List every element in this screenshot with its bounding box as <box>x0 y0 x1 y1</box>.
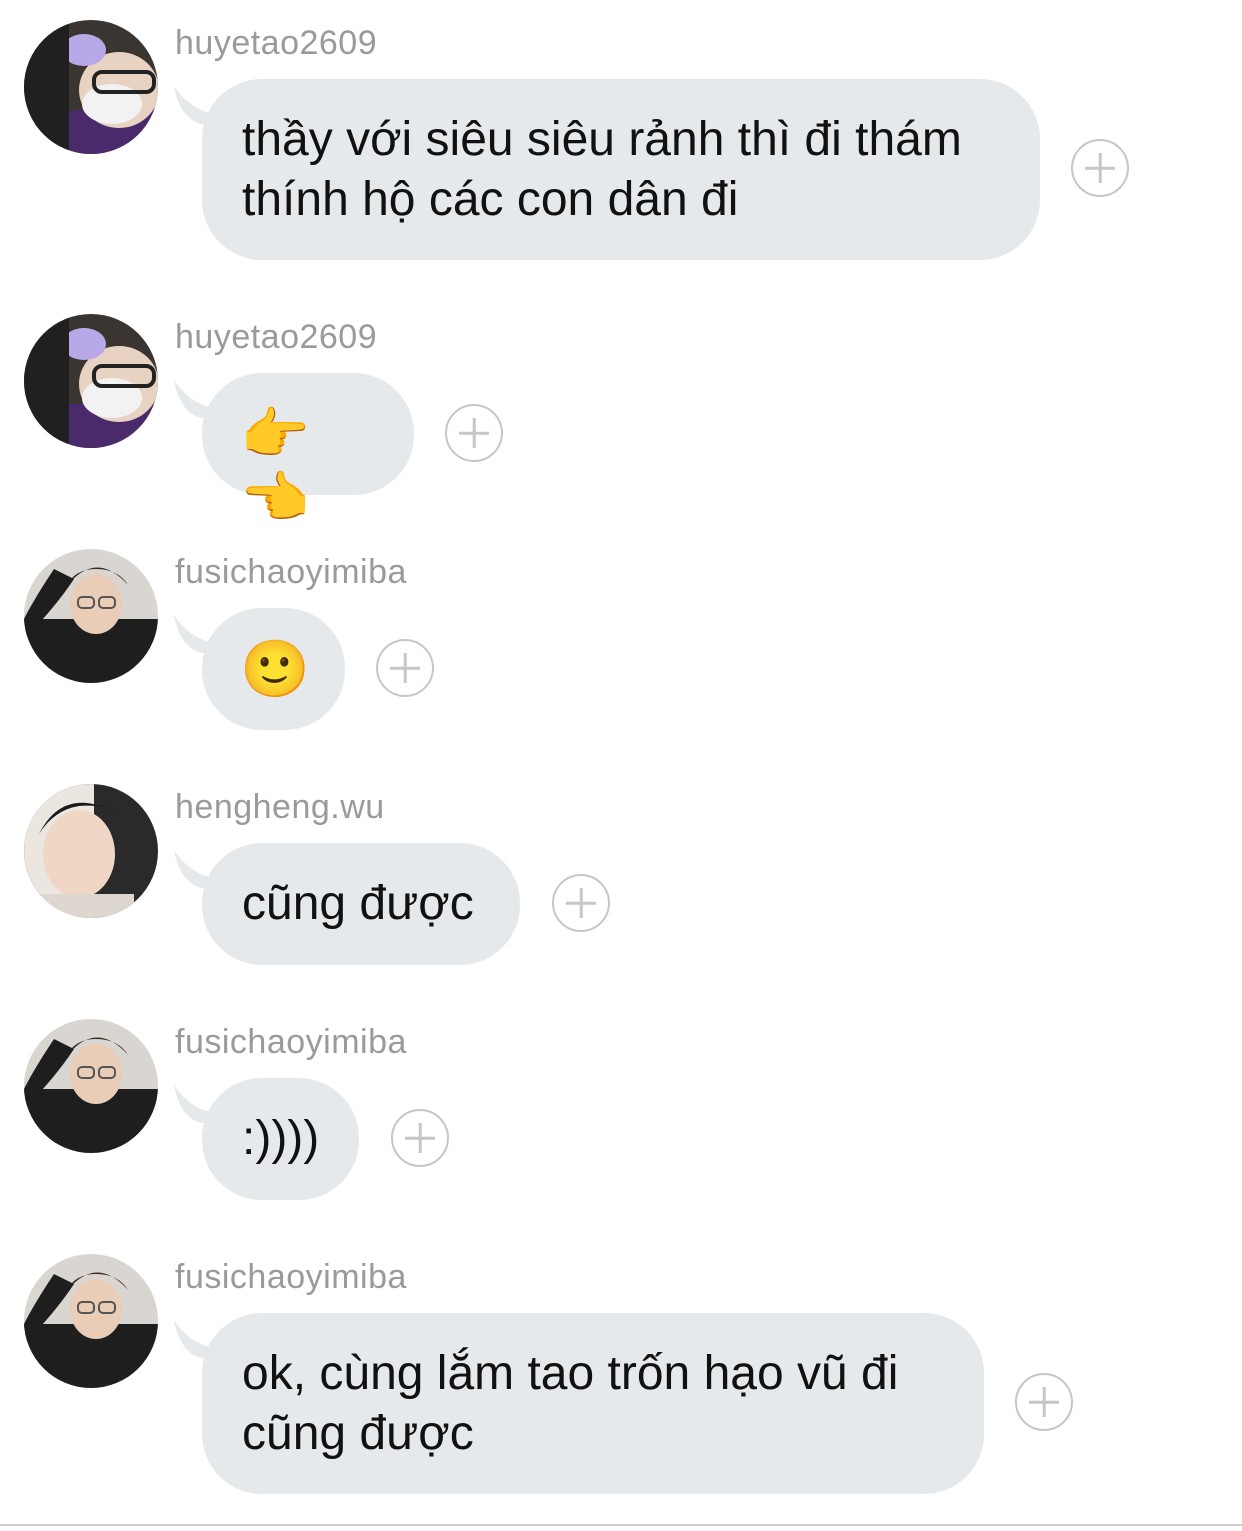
add-reaction-icon[interactable] <box>1015 1373 1073 1431</box>
message-bubble[interactable]: :)))) <box>202 1078 359 1200</box>
message-text: thầy với siêu siêu rảnh thì đi thám thín… <box>242 113 962 226</box>
message-bubble[interactable]: ok, cùng lắm tao trốn hạo vũ đi cũng đượ… <box>202 1313 984 1494</box>
user-avatar[interactable] <box>24 20 158 154</box>
add-reaction-icon[interactable] <box>445 404 503 462</box>
username: huyetao2609 <box>175 24 378 62</box>
user-avatar[interactable] <box>24 784 158 918</box>
add-reaction-icon[interactable] <box>552 874 610 932</box>
message-text: 👉👈 <box>240 402 310 529</box>
message-text: cũng được <box>242 877 474 930</box>
username: hengheng.wu <box>175 788 385 826</box>
username: huyetao2609 <box>175 318 378 356</box>
message-text: 🙂 <box>240 637 310 700</box>
user-avatar[interactable] <box>24 1254 158 1388</box>
user-avatar[interactable] <box>24 314 158 448</box>
username: fusichaoyimiba <box>175 553 407 591</box>
message-bubble[interactable]: 🙂 <box>202 608 345 730</box>
divider <box>0 1524 1242 1526</box>
user-avatar[interactable] <box>24 549 158 683</box>
username: fusichaoyimiba <box>175 1023 407 1061</box>
add-reaction-icon[interactable] <box>1071 139 1129 197</box>
message-bubble[interactable]: thầy với siêu siêu rảnh thì đi thám thín… <box>202 79 1040 260</box>
add-reaction-icon[interactable] <box>391 1109 449 1167</box>
user-avatar[interactable] <box>24 1019 158 1153</box>
message-text: :)))) <box>242 1112 320 1165</box>
message-text: ok, cùng lắm tao trốn hạo vũ đi cũng đượ… <box>242 1347 899 1460</box>
username: fusichaoyimiba <box>175 1258 407 1296</box>
add-reaction-icon[interactable] <box>376 639 434 697</box>
message-bubble[interactable]: 👉👈 <box>202 373 414 528</box>
message-bubble[interactable]: cũng được <box>202 843 520 965</box>
